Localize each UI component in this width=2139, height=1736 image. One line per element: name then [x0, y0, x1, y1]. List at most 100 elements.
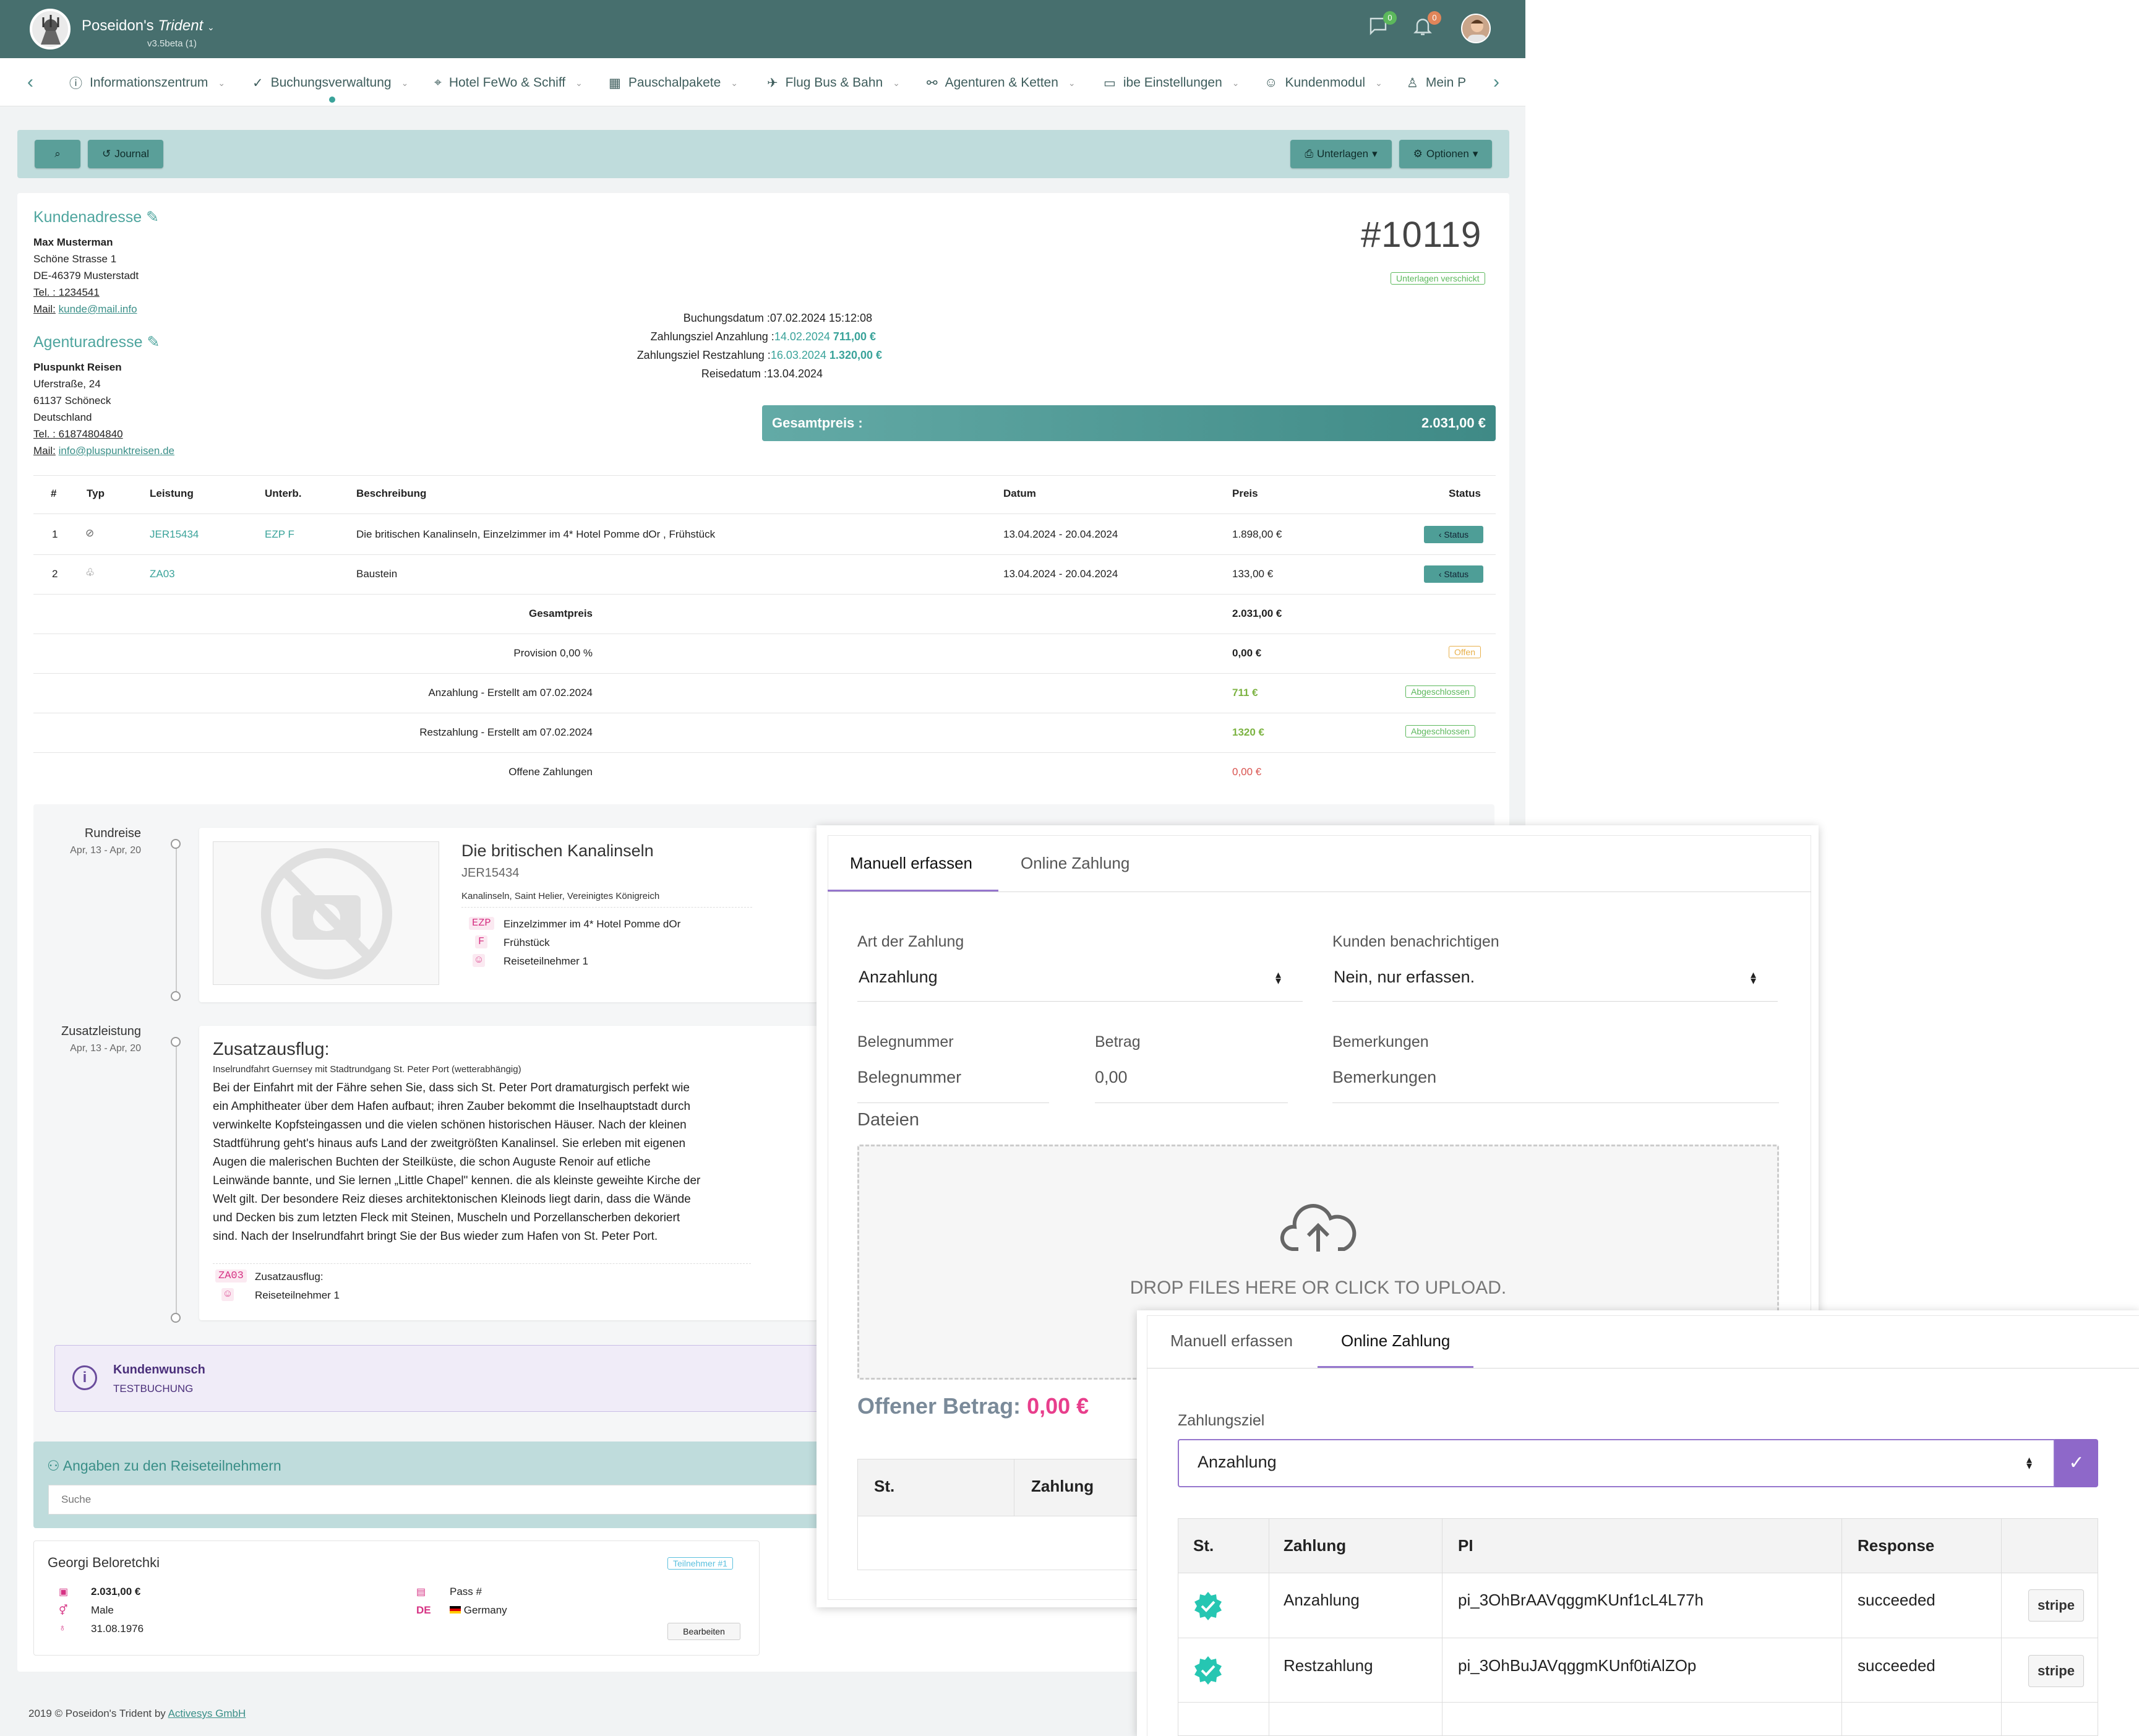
- nav-item-buchungsverwaltung[interactable]: ✓ Buchungsverwaltung ⌄: [252, 72, 408, 94]
- open-amount: Offener Betrag: 0,00 €: [857, 1393, 1089, 1419]
- summary-value: 711 €: [1232, 687, 1258, 698]
- service-description: Baustein: [356, 568, 398, 580]
- payment-target-select[interactable]: Anzahlung ▴ ▾: [1178, 1439, 2055, 1487]
- smiley-icon: ☺: [1264, 75, 1278, 90]
- nav-item-kundenmodul[interactable]: ☺ Kundenmodul ⌄: [1264, 72, 1382, 94]
- chevron-down-icon: ⌄: [1232, 77, 1240, 88]
- col-header-accommodation: Unterb.: [265, 488, 302, 499]
- journal-button[interactable]: ↺ Journal: [88, 140, 163, 168]
- nav-item-hotel[interactable]: ⌖ Hotel FeWo & Schiff ⌄: [434, 72, 583, 94]
- service-code-link[interactable]: ZA03: [150, 568, 175, 580]
- footer-company-link[interactable]: Activesys GmbH: [168, 1708, 246, 1719]
- tab-manual-entry[interactable]: Manuell erfassen: [1170, 1331, 1293, 1351]
- booking-date-row: Buchungsdatum :07.02.2024 15:12:08: [683, 312, 872, 324]
- customer-street: Schöne Strasse 1: [33, 253, 117, 265]
- customer-phone: Tel. : 1234541: [33, 286, 100, 298]
- customer-address-heading[interactable]: Kundenadresse ✎: [33, 208, 159, 226]
- nav-item-informationszentrum[interactable]: ⓘ Informationszentrum ⌄: [69, 72, 225, 94]
- nav-label: Mein P: [1425, 75, 1467, 90]
- agency-mail-link[interactable]: info@pluspunktreisen.de: [59, 445, 174, 457]
- participant-tag: Teilnehmer #1: [667, 1557, 733, 1570]
- booking-number: #10119: [1361, 215, 1482, 255]
- agency-street: Uferstraße, 24: [33, 378, 101, 390]
- payment-target-label: Zahlungsziel: [1178, 1412, 1265, 1429]
- unterlagen-button[interactable]: ⎙ Unterlagen ▾: [1290, 140, 1392, 168]
- nav-item-pauschalpakete[interactable]: ▦ Pauschalpakete ⌄: [609, 72, 738, 94]
- table-header: [858, 1459, 1141, 1516]
- col-header-description: Beschreibung: [356, 488, 427, 499]
- status-dropdown-button[interactable]: ‹ Status: [1424, 526, 1483, 543]
- agency-address-heading[interactable]: Agenturadresse ✎: [33, 333, 160, 351]
- wish-title: Kundenwunsch: [113, 1363, 205, 1377]
- divider: [857, 1102, 1049, 1103]
- nav-item-mein-profil[interactable]: ♙ Mein P: [1407, 72, 1466, 94]
- image-placeholder-icon: [213, 841, 439, 985]
- total-value: 2.031,00 €: [1421, 415, 1486, 431]
- amount-input[interactable]: 0,00: [1095, 1068, 1128, 1087]
- service-price: 133,00 €: [1232, 568, 1274, 580]
- summary-value: 2.031,00 €: [1232, 608, 1282, 619]
- col-header-payment: Zahlung: [1284, 1536, 1347, 1555]
- notes-input[interactable]: Bemerkungen: [1332, 1068, 1436, 1087]
- unterlagen-label: Unterlagen: [1316, 148, 1369, 160]
- nav-item-agenturen[interactable]: ⚯ Agenturen & Ketten ⌄: [927, 72, 1076, 94]
- nav-prev-arrow[interactable]: ‹: [21, 72, 40, 93]
- search-icon: ⌕: [54, 148, 61, 160]
- verified-check-icon: [1194, 1656, 1222, 1685]
- agency-name: Pluspunkt Reisen: [33, 361, 122, 373]
- search-button[interactable]: ⌕: [35, 140, 80, 168]
- app-title[interactable]: Poseidon's Trident ⌄: [82, 17, 215, 35]
- timeline-node-icon: [171, 1313, 181, 1323]
- tab-online-payment[interactable]: Online Zahlung: [1021, 854, 1130, 873]
- extra-title: Zusatzausflug:: [213, 1039, 330, 1059]
- info-icon: i: [72, 1365, 97, 1390]
- service-code-link[interactable]: JER15434: [150, 528, 199, 541]
- app-logo[interactable]: [30, 9, 71, 49]
- status-dropdown-button[interactable]: ‹ Status: [1424, 565, 1483, 583]
- package-icon: ▦: [609, 75, 621, 90]
- confirm-check-button[interactable]: ✓: [2055, 1439, 2098, 1487]
- stripe-button[interactable]: stripe: [2028, 1655, 2084, 1687]
- handshake-icon: ⚯: [927, 75, 938, 90]
- optionen-button[interactable]: ⚙ Optionen ▾: [1399, 140, 1492, 168]
- nav-item-ibe-einstellungen[interactable]: ▭ ibe Einstellungen ⌄: [1104, 72, 1240, 94]
- customer-mail-link[interactable]: kunde@mail.info: [59, 303, 137, 315]
- participants-search-input[interactable]: [48, 1485, 828, 1515]
- participant-price: 2.031,00 €: [91, 1586, 141, 1597]
- check-icon: ✓: [2068, 1453, 2085, 1473]
- chevron-down-icon: ⌄: [1375, 77, 1382, 88]
- payment-response: succeeded: [1858, 1656, 1935, 1675]
- edit-participant-button[interactable]: Bearbeiten: [667, 1623, 740, 1640]
- extra-subtitle: Inselrundfahrt Guernsey mit Stadtrundgan…: [213, 1064, 521, 1075]
- payment-type-select[interactable]: Anzahlung: [859, 968, 938, 987]
- accommodation-code: EZP F: [265, 528, 294, 540]
- pencil-icon[interactable]: ✎: [146, 208, 159, 226]
- chevron-down-icon: ⌄: [575, 77, 583, 88]
- trip-type-icon: ⊘: [85, 527, 95, 539]
- pencil-icon[interactable]: ✎: [147, 333, 160, 351]
- tab-online-payment[interactable]: Online Zahlung: [1341, 1331, 1450, 1351]
- stripe-button[interactable]: stripe: [2028, 1589, 2084, 1622]
- nav-next-arrow[interactable]: ›: [1487, 72, 1506, 93]
- nav-item-flug[interactable]: ✈ Flug Bus & Bahn ⌄: [767, 72, 900, 94]
- divider: [1841, 1519, 1842, 1735]
- messages-icon[interactable]: 0: [1367, 11, 1397, 40]
- payment-intent-id: pi_3OhBrAAVqggmKUnf1cL4L77h: [1458, 1591, 1704, 1609]
- notify-customer-select[interactable]: Nein, nur erfassen.: [1334, 968, 1475, 987]
- divider: [857, 1001, 1303, 1002]
- open-amount-value: 0,00 €: [1027, 1393, 1089, 1419]
- user-avatar[interactable]: [1461, 14, 1491, 43]
- online-payments-table: St. Zahlung PI Response Anzahlung pi_3Oh…: [1178, 1518, 2098, 1736]
- active-nav-indicator: [329, 97, 335, 103]
- tab-manual-entry[interactable]: Manuell erfassen: [850, 854, 972, 873]
- footer: 2019 © Poseidon's Trident by Activesys G…: [28, 1708, 246, 1719]
- extra-description: Bei der Einfahrt mit der Fähre sehen Sie…: [213, 1081, 701, 1243]
- participant-icon: ☺: [473, 954, 486, 967]
- manual-payments-table: St. Zahlung: [857, 1459, 1142, 1570]
- bell-icon[interactable]: 0: [1412, 11, 1441, 40]
- total-label: Gesamtpreis :: [772, 415, 863, 431]
- notifications-badge: 0: [1428, 11, 1441, 25]
- receipt-number-input[interactable]: Belegnummer: [857, 1068, 961, 1087]
- summary-value: 0,00 €: [1232, 647, 1262, 659]
- item-text: Einzelzimmer im 4* Hotel Pomme dOr: [504, 918, 681, 930]
